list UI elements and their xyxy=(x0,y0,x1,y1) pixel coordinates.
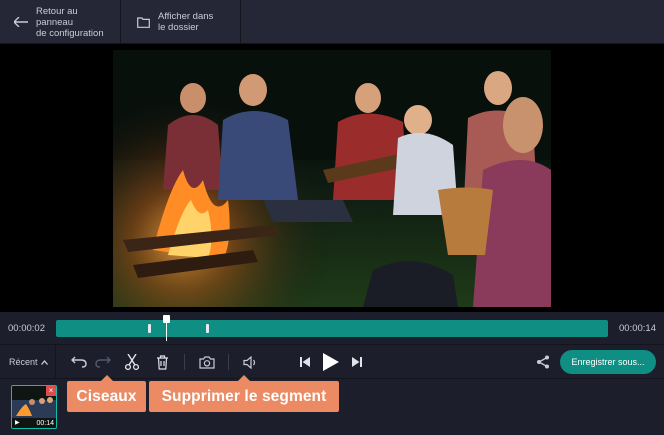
split-marker[interactable] xyxy=(206,324,209,333)
scissors-button[interactable] xyxy=(123,353,141,371)
control-bar: Récent Enregistrer sous... xyxy=(0,345,664,379)
clip-duration: 00:14 xyxy=(36,420,54,427)
campfire-scene-image xyxy=(113,50,551,307)
trash-icon xyxy=(156,354,168,370)
volume-button[interactable] xyxy=(242,353,260,371)
remove-clip-icon[interactable]: × xyxy=(46,386,56,396)
redo-button[interactable] xyxy=(94,353,112,371)
volume-icon xyxy=(243,355,256,369)
delete-segment-callout: Supprimer le segment xyxy=(149,375,339,412)
next-frame-icon xyxy=(352,357,362,367)
separator xyxy=(184,354,185,370)
timeline: 00:00:02 00:00:14 xyxy=(0,312,664,345)
delete-segment-button[interactable] xyxy=(153,353,171,371)
next-frame-button[interactable] xyxy=(348,353,366,371)
share-icon xyxy=(537,355,549,369)
redo-icon xyxy=(95,356,111,368)
chevron-up-icon xyxy=(40,359,48,365)
total-time: 00:00:14 xyxy=(619,323,656,334)
undo-button[interactable] xyxy=(70,353,88,371)
undo-icon xyxy=(71,356,87,368)
clip-thumbnail[interactable]: × ▶ 00:14 xyxy=(11,385,57,429)
camera-icon xyxy=(199,355,215,369)
separator xyxy=(228,354,229,370)
video-preview-area xyxy=(0,44,664,312)
back-to-settings-label: Retour au panneau de configuration xyxy=(36,5,104,39)
video-frame[interactable] xyxy=(113,50,551,307)
save-as-button[interactable]: Enregistrer sous... xyxy=(560,350,656,374)
split-marker[interactable] xyxy=(148,324,151,333)
snapshot-button[interactable] xyxy=(198,353,216,371)
current-time: 00:00:02 xyxy=(8,323,45,334)
previous-frame-icon xyxy=(300,357,310,367)
back-to-settings-button[interactable]: Retour au panneau de configuration xyxy=(0,0,121,44)
show-in-folder-label: Afficher dans le dossier xyxy=(158,11,214,33)
playhead[interactable] xyxy=(163,315,170,341)
scissors-callout: Ciseaux xyxy=(67,375,146,412)
recent-dropdown[interactable]: Récent xyxy=(0,345,56,379)
show-in-folder-button[interactable]: Afficher dans le dossier xyxy=(121,0,241,44)
top-toolbar: Retour au panneau de configuration Affic… xyxy=(0,0,664,44)
play-icon xyxy=(323,353,339,371)
previous-frame-button[interactable] xyxy=(296,353,314,371)
clip-play-icon: ▶ xyxy=(15,420,20,426)
share-button[interactable] xyxy=(534,353,552,371)
timeline-track[interactable] xyxy=(56,315,608,341)
scissors-icon xyxy=(125,354,139,370)
play-button[interactable] xyxy=(320,350,342,374)
folder-icon xyxy=(137,16,150,28)
arrow-left-icon xyxy=(14,17,28,27)
recent-label: Récent xyxy=(9,357,38,367)
